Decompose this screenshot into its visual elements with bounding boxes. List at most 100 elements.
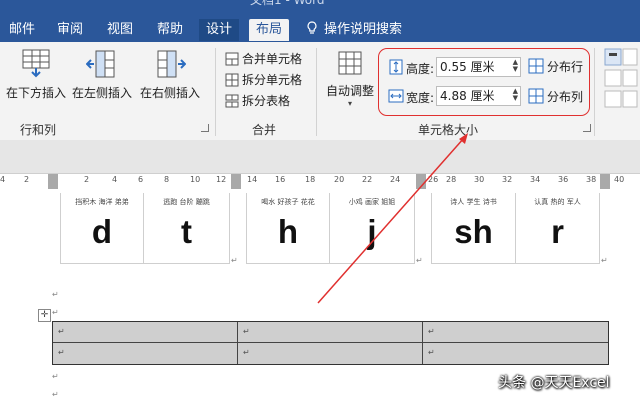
tab-mailings[interactable]: 邮件 (2, 19, 42, 41)
cell-mark: ↵ (58, 348, 65, 357)
ruler-column-marker[interactable] (416, 174, 426, 189)
card-letter: d (91, 213, 113, 250)
chevron-down-icon: ▾ (347, 99, 352, 108)
ruler-tick-label: 4 (112, 175, 118, 184)
group-divider (594, 48, 595, 136)
tab-review[interactable]: 审阅 (50, 19, 90, 41)
card-letter: h (277, 213, 299, 250)
ruler-column-marker[interactable] (48, 174, 58, 189)
ruler-column-marker[interactable] (231, 174, 241, 189)
ruler-tick-label: 24 (390, 175, 401, 184)
tab-view[interactable]: 视图 (100, 19, 140, 41)
table-cell[interactable]: ↵ (53, 343, 238, 364)
card-words: 小鸡 画家 姐姐 (348, 198, 396, 206)
merge-cells-button[interactable]: 合并单元格 (225, 50, 302, 68)
ruler-tick-label: 32 (502, 175, 513, 184)
tab-layout[interactable]: 布局 (249, 19, 290, 41)
ruler-tick-label: 4 (0, 175, 6, 184)
ruler-tick-label: 30 (474, 175, 485, 184)
split-cells-label: 拆分单元格 (242, 73, 303, 87)
ruler-tick-label: 28 (446, 175, 457, 184)
autofit-label: 自动调整 (325, 84, 374, 98)
alignment-grid-icon[interactable] (604, 48, 638, 108)
cell-mark: ↵ (243, 348, 250, 357)
insert-below-button[interactable]: 在下方插入 (4, 48, 68, 101)
ruler-tick-label: 34 (530, 175, 541, 184)
ruler-tick-label: 36 (558, 175, 569, 184)
paragraph-mark: ↵ (52, 290, 59, 299)
group-divider (316, 48, 317, 136)
ruler-tick-label: 12 (216, 175, 227, 184)
ruler-tick-label: 6 (138, 175, 144, 184)
insert-left-icon (86, 50, 115, 78)
insert-right-label: 在右侧插入 (139, 86, 200, 100)
card-words: 逃跑 台阶 蹦跳 (163, 198, 210, 206)
card-letter: r (551, 213, 564, 250)
paragraph-mark: ↵ (52, 390, 59, 399)
group-divider (215, 48, 216, 136)
ruler-tick-label: 8 (164, 175, 170, 184)
cell-mark: ↵ (243, 327, 250, 336)
card-words: 挡积木 海洋 弟弟 (75, 198, 129, 206)
insert-right-icon (157, 50, 186, 78)
ruler-tick-label: 22 (362, 175, 373, 184)
pinyin-card: 小鸡 画家 姐姐 j (329, 193, 415, 264)
card-words: 诗人 学生 诗书 (450, 198, 497, 206)
autofit-icon (338, 51, 362, 75)
ruler-column-marker[interactable] (600, 174, 610, 189)
pinyin-card: 挡积木 海洋 弟弟 d (60, 193, 144, 264)
cell-mark: ↵ (58, 327, 65, 336)
rows-cols-launcher-icon[interactable] (201, 124, 209, 132)
insert-left-label: 在左侧插入 (71, 86, 132, 100)
card-words: 喝水 好孩子 花花 (261, 198, 315, 206)
ruler-tick-label: 18 (305, 175, 316, 184)
insert-below-icon (22, 49, 50, 78)
table-cell[interactable]: ↵ (423, 322, 608, 343)
tab-design[interactable]: 设计 (199, 19, 240, 41)
card-letter: sh (454, 213, 493, 250)
pinyin-card: 喝水 好孩子 花花 h (246, 193, 330, 264)
split-cells-button[interactable]: 拆分单元格 (225, 71, 302, 89)
split-cells-icon (225, 73, 239, 87)
ruler-tick-label: 16 (275, 175, 286, 184)
paragraph-mark: ↵ (601, 256, 608, 265)
insert-left-button[interactable]: 在左侧插入 (70, 48, 134, 101)
pinyin-card: 认真 热的 军人 r (515, 193, 600, 264)
insert-right-button[interactable]: 在右侧插入 (138, 48, 202, 101)
paragraph-mark: ↵ (52, 308, 59, 317)
autofit-button[interactable]: 自动调整 ▾ (322, 48, 378, 108)
lightbulb-icon (307, 21, 317, 34)
card-letter: j (367, 213, 377, 250)
merge-cells-icon (225, 52, 239, 66)
split-table-icon (225, 94, 239, 108)
insert-below-label: 在下方插入 (5, 86, 66, 100)
paragraph-mark: ↵ (52, 372, 59, 381)
tab-help[interactable]: 帮助 (150, 19, 190, 41)
pinyin-card: 诗人 学生 诗书 sh (431, 193, 516, 264)
tell-me-label: 操作说明搜索 (324, 22, 403, 37)
card-words: 认真 热的 军人 (534, 198, 581, 206)
ruler-tick-label: 38 (586, 175, 597, 184)
card-letter: t (181, 213, 192, 250)
tell-me-search[interactable]: 操作说明搜索 (306, 19, 402, 41)
ruler-tick-label: 20 (334, 175, 345, 184)
split-table-button[interactable]: 拆分表格 (225, 92, 290, 110)
group-label-merge: 合并 (252, 123, 277, 137)
table-cell[interactable]: ↵ (53, 322, 238, 343)
window-title: 文档1 - Word (250, 0, 325, 7)
cell-size-launcher-icon[interactable] (583, 124, 591, 132)
group-label-cell-size: 单元格大小 (418, 123, 479, 137)
table-cell[interactable]: ↵ (238, 322, 423, 343)
table-cell[interactable]: ↵ (423, 343, 608, 364)
cell-mark: ↵ (428, 348, 435, 357)
table-cell[interactable]: ↵ (238, 343, 423, 364)
merge-cells-label: 合并单元格 (242, 52, 303, 66)
alignment-buttons (604, 48, 638, 111)
watermark: 头条 @天天Excel (498, 375, 610, 391)
selected-table[interactable]: ↵ ↵ ↵ ↵ ↵ ↵ (52, 321, 609, 365)
paragraph-mark: ↵ (416, 256, 423, 265)
ruler-tick-label: 14 (247, 175, 258, 184)
pinyin-card: 逃跑 台阶 蹦跳 t (143, 193, 230, 264)
table-move-handle-icon[interactable]: ✛ (38, 309, 51, 322)
group-label-rows-cols: 行和列 (20, 123, 57, 137)
